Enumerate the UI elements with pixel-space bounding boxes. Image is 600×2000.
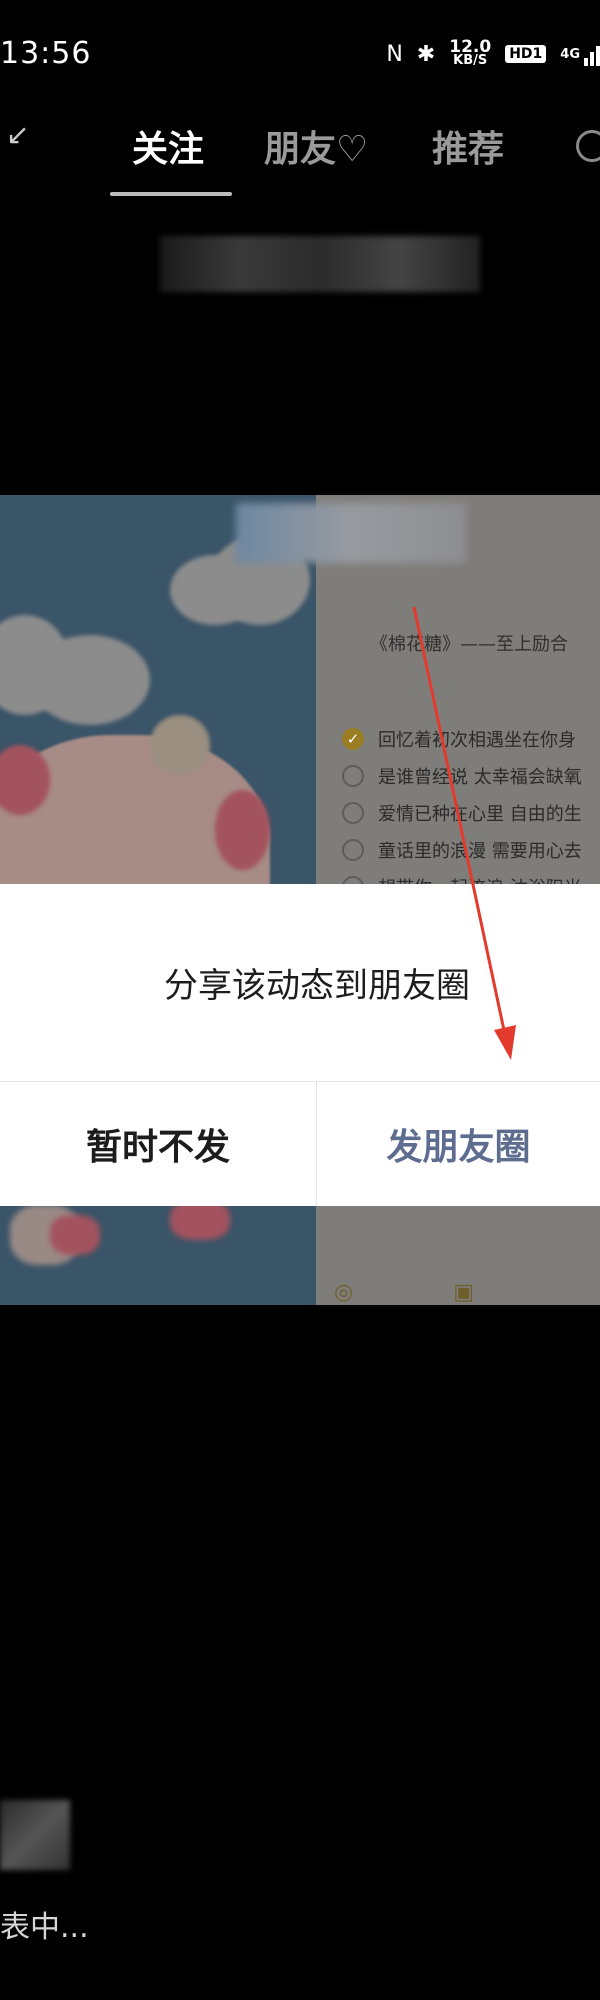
bluetooth-icon: ✱ — [416, 41, 436, 67]
network-speed-value: 12.0 — [449, 37, 492, 57]
cancel-button[interactable]: 暂时不发 — [0, 1082, 316, 1206]
network-type: 4G — [560, 46, 580, 62]
status-bar: 13:56 N ✱ 12.0 KB/S HD1 4G — [0, 0, 600, 110]
nfc-icon: N — [386, 41, 403, 67]
network-speed-unit: KB/S — [453, 53, 488, 68]
tab-following[interactable]: 关注 — [132, 120, 204, 172]
list-item: ✓ 回忆着初次相遇坐在你身 — [342, 720, 582, 757]
hd-badge: HD1 — [505, 45, 547, 63]
list-item: 是谁曾经说 太幸福会缺氧 — [342, 757, 582, 794]
status-time: 13:56 — [0, 36, 92, 71]
network-speed: 12.0 KB/S — [449, 37, 492, 68]
checkbox-icon — [342, 838, 364, 861]
list-item: 爱情已种在心里 自由的生 — [342, 794, 582, 831]
top-nav: ↙ 关注 朋友♡ 推荐 — [0, 110, 600, 200]
note-title: 《棉花糖》——至上励合 — [370, 634, 568, 655]
search-icon[interactable] — [576, 130, 600, 162]
checkbox-checked-icon: ✓ — [342, 727, 364, 750]
list-item: 童话里的浪漫 需要用心去 — [342, 831, 582, 868]
publishing-status: 表中... — [0, 1910, 89, 1945]
checklist: ✓ 回忆着初次相遇坐在你身 是谁曾经说 太幸福会缺氧 爱情已种在心里 自由的生 … — [342, 720, 582, 905]
status-icons: N ✱ 12.0 KB/S HD1 4G — [386, 37, 600, 68]
blurred-username — [160, 236, 480, 292]
blurred-avatar — [0, 1800, 70, 1870]
tab-friends[interactable]: 朋友♡ — [264, 120, 368, 172]
camera-icon: ▣ — [453, 1280, 474, 1305]
checkbox-icon — [342, 801, 364, 824]
checkbox-icon — [342, 764, 364, 787]
signal-icon — [584, 42, 600, 66]
active-tab-indicator — [110, 192, 232, 196]
share-to-moments-button[interactable]: 发朋友圈 — [317, 1082, 600, 1206]
check-circle-icon: ◎ — [334, 1280, 354, 1305]
share-dialog: 分享该动态到朋友圈 暂时不发 发朋友圈 — [0, 884, 600, 1206]
dialog-message: 分享该动态到朋友圈 — [164, 966, 470, 1006]
tab-recommended[interactable]: 推荐 — [432, 120, 504, 172]
collapse-arrow-icon[interactable]: ↙ — [6, 118, 29, 151]
